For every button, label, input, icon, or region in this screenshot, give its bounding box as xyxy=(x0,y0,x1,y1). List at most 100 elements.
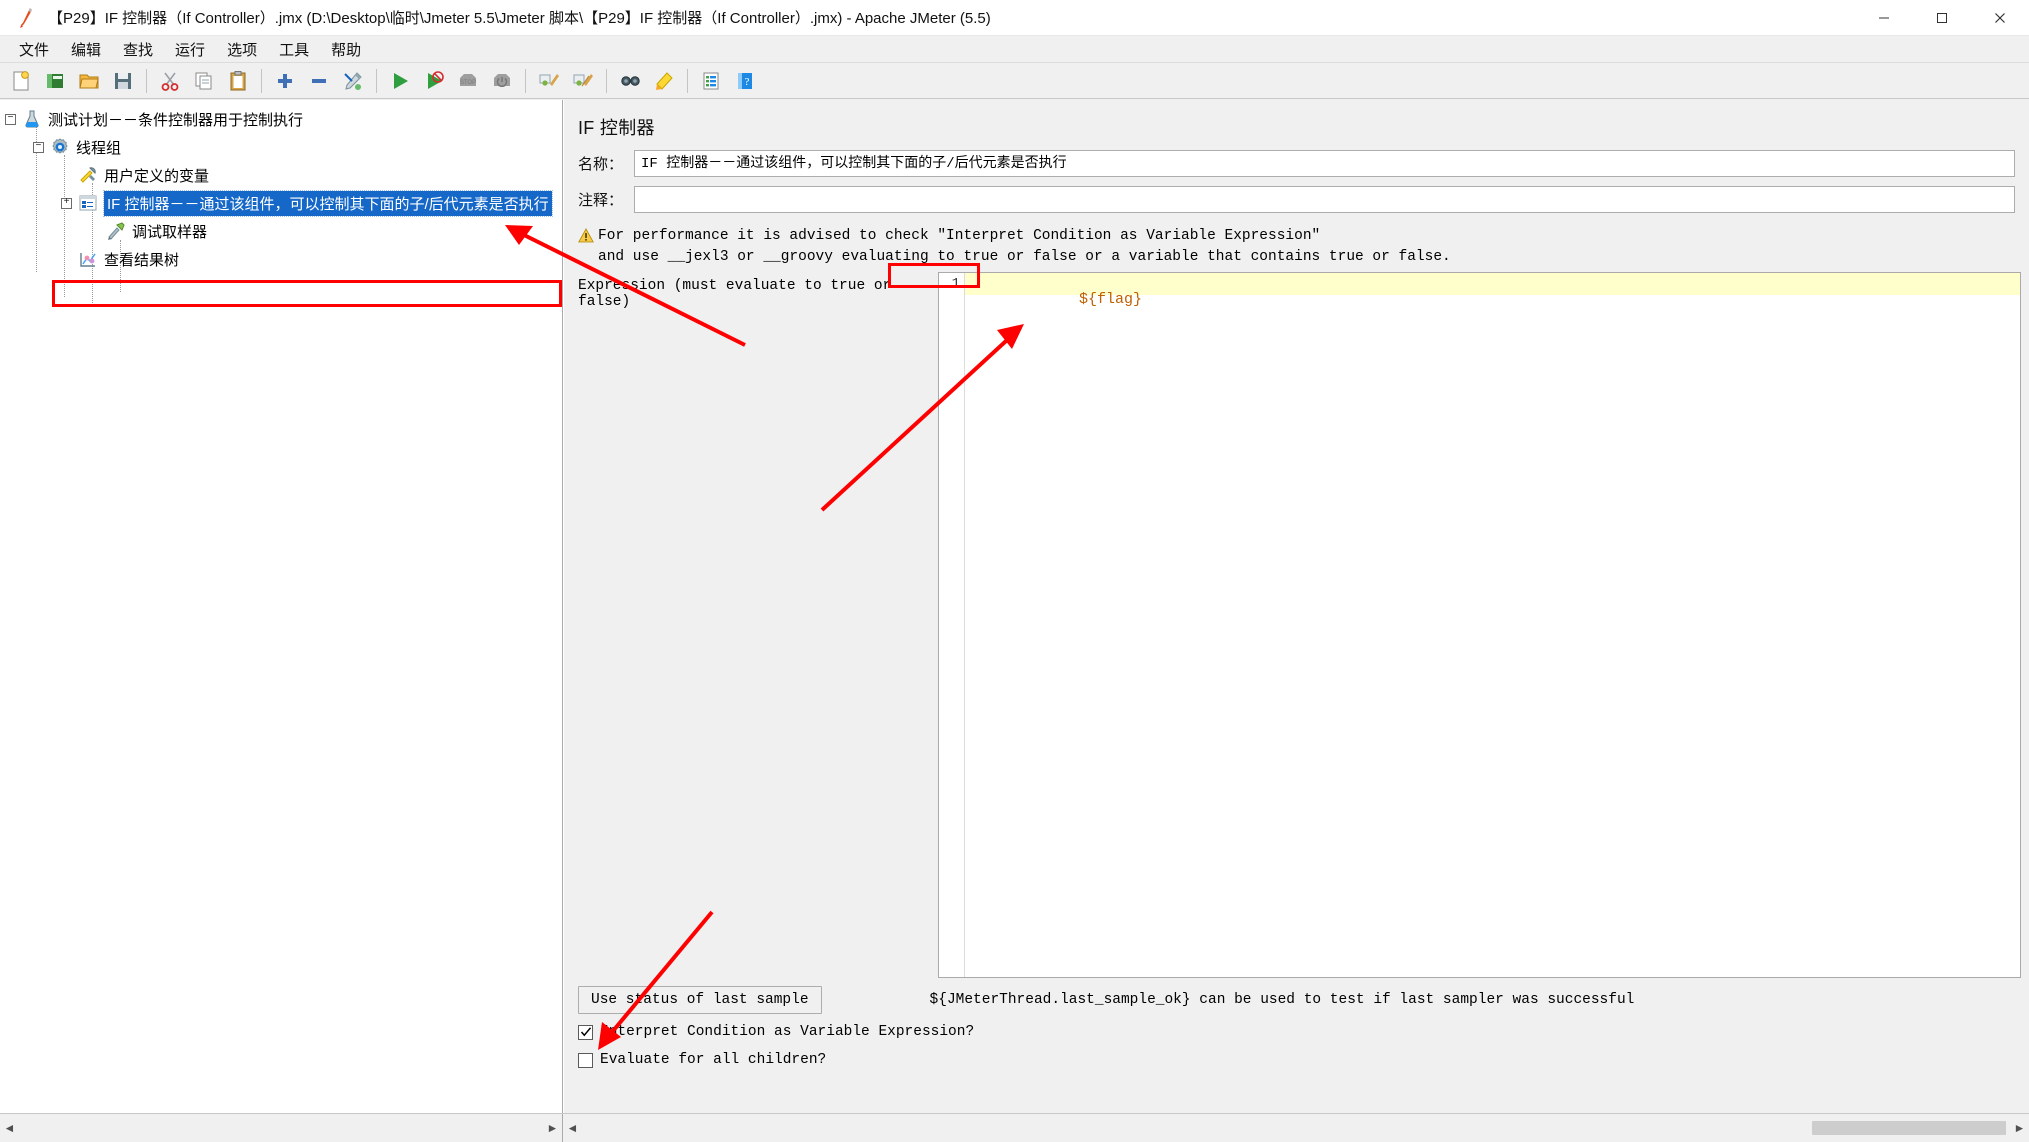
comment-label: 注释： xyxy=(578,192,624,209)
collapse-toggle-icon[interactable]: − xyxy=(5,113,16,125)
evaluate-children-label: Evaluate for all children? xyxy=(600,1052,827,1068)
menu-help[interactable]: 帮助 xyxy=(320,37,372,62)
user-defined-variables-icon xyxy=(77,164,99,186)
comment-input[interactable] xyxy=(634,186,2015,213)
tree-node-label: IF 控制器－－通过该组件，可以控制其下面的子/后代元素是否执行 xyxy=(103,189,553,217)
tree-node-highlight xyxy=(52,280,562,307)
menu-run[interactable]: 运行 xyxy=(164,37,216,62)
expression-value: ${flag} xyxy=(1079,291,1143,308)
new-icon[interactable] xyxy=(5,66,37,96)
expression-label: Expression (must evaluate to true or fal… xyxy=(578,278,892,310)
menu-edit[interactable]: 编辑 xyxy=(60,37,112,62)
search-reset-icon[interactable] xyxy=(648,66,680,96)
toggle-icon[interactable] xyxy=(337,66,369,96)
expression-editor[interactable]: 1 ${flag} xyxy=(938,272,2021,978)
use-status-of-last-sample-button[interactable]: Use status of last sample xyxy=(578,986,822,1014)
menu-bar: 文件 编辑 查找 运行 选项 工具 帮助 xyxy=(0,36,2029,63)
svg-text:?: ? xyxy=(745,76,750,88)
tree-node-debug-sampler[interactable]: 调试取样器 xyxy=(0,217,562,245)
warning-line-1: For performance it is advised to check "… xyxy=(598,228,1321,244)
scroll-right-arrow-icon[interactable]: ► xyxy=(2010,1117,2029,1139)
scroll-left-arrow-icon[interactable]: ◄ xyxy=(0,1117,19,1139)
scroll-right-arrow-icon[interactable]: ► xyxy=(543,1117,562,1139)
shutdown-icon[interactable] xyxy=(486,66,518,96)
main-area: − 测试计划－－条件控制器用于控制执行 − 线程组 用户定义的变量 + IF 控… xyxy=(0,100,2029,1113)
function-helper-icon[interactable] xyxy=(695,66,727,96)
interpret-condition-row: Interpret Condition as Variable Expressi… xyxy=(564,1014,2029,1040)
page-title: IF 控制器 xyxy=(578,118,655,138)
view-results-tree-icon xyxy=(77,248,99,270)
tree-node-label: 测试计划－－条件控制器用于控制执行 xyxy=(48,111,304,129)
warning-line-2: and use __jexl3 or __groovy evaluating t… xyxy=(598,249,1451,265)
status-bar: ◄ ► ◄ ► xyxy=(0,1113,2029,1142)
name-label: 名称： xyxy=(578,156,624,173)
save-icon[interactable] xyxy=(107,66,139,96)
tree-horizontal-scrollbar[interactable]: ◄ ► xyxy=(0,1114,563,1142)
close-button[interactable] xyxy=(1971,0,2029,36)
menu-options[interactable]: 选项 xyxy=(216,37,268,62)
thread-group-icon xyxy=(49,136,71,158)
tree-node-thread-group[interactable]: − 线程组 xyxy=(0,133,562,161)
scroll-thumb[interactable] xyxy=(1812,1121,2006,1135)
toolbar-separator xyxy=(687,68,688,93)
help-icon[interactable]: ? xyxy=(729,66,761,96)
interpret-condition-label: Interpret Condition as Variable Expressi… xyxy=(600,1024,975,1040)
expand-all-icon[interactable] xyxy=(269,66,301,96)
toolbar-separator xyxy=(525,68,526,93)
name-input[interactable]: IF 控制器－－通过该组件，可以控制其下面的子/后代元素是否执行 xyxy=(634,150,2015,177)
tree-node-test-plan[interactable]: − 测试计划－－条件控制器用于控制执行 xyxy=(0,105,562,133)
toolbar-separator xyxy=(376,68,377,93)
open-icon[interactable] xyxy=(73,66,105,96)
tree-node-if-controller[interactable]: + IF 控制器－－通过该组件，可以控制其下面的子/后代元素是否执行 xyxy=(0,189,562,217)
editor-code-line[interactable]: ${flag} xyxy=(965,273,2020,308)
window-controls xyxy=(1855,0,2029,36)
interpret-condition-checkbox[interactable] xyxy=(578,1024,593,1040)
clear-all-icon[interactable] xyxy=(567,66,599,96)
scroll-track[interactable] xyxy=(582,1117,2010,1139)
copy-icon[interactable] xyxy=(188,66,220,96)
evaluate-children-row: Evaluate for all children? xyxy=(564,1040,2029,1068)
tree-node-user-defined-variables[interactable]: 用户定义的变量 xyxy=(0,161,562,189)
paste-icon[interactable] xyxy=(222,66,254,96)
last-sample-hint: ${JMeterThread.last_sample_ok} can be us… xyxy=(929,992,1635,1008)
menu-search[interactable]: 查找 xyxy=(112,37,164,62)
check-icon xyxy=(580,1027,591,1037)
scroll-track[interactable] xyxy=(19,1117,543,1139)
scroll-left-arrow-icon[interactable]: ◄ xyxy=(563,1117,582,1139)
window-title: 【P29】IF 控制器（If Controller）.jmx (D:\Deskt… xyxy=(48,10,991,27)
tree-node-label: 用户定义的变量 xyxy=(104,167,210,185)
maximize-button[interactable] xyxy=(1913,0,1971,36)
name-field-row: 名称： IF 控制器－－通过该组件，可以控制其下面的子/后代元素是否执行 xyxy=(564,150,2029,177)
collapse-all-icon[interactable] xyxy=(303,66,335,96)
debug-sampler-icon xyxy=(105,220,127,242)
toolbar-separator xyxy=(146,68,147,93)
menu-tools[interactable]: 工具 xyxy=(268,37,320,62)
cut-icon[interactable] xyxy=(154,66,186,96)
tree-node-view-results-tree[interactable]: 查看结果树 xyxy=(0,245,562,273)
templates-icon[interactable] xyxy=(39,66,71,96)
start-no-pauses-icon[interactable] xyxy=(418,66,450,96)
tree-node-label: 查看结果树 xyxy=(104,251,180,269)
clear-icon[interactable] xyxy=(533,66,565,96)
search-icon[interactable] xyxy=(614,66,646,96)
start-icon[interactable] xyxy=(384,66,416,96)
test-plan-icon xyxy=(21,108,43,130)
tree-node-label: 调试取样器 xyxy=(132,223,208,241)
expand-toggle-icon[interactable]: + xyxy=(61,197,72,209)
toolbar-separator xyxy=(606,68,607,93)
title-bar: 【P29】IF 控制器（If Controller）.jmx (D:\Deskt… xyxy=(0,0,2029,36)
toolbar: STOP ? xyxy=(0,63,2029,99)
svg-text:STOP: STOP xyxy=(460,80,476,86)
panel-horizontal-scrollbar[interactable]: ◄ ► xyxy=(563,1114,2029,1142)
jmeter-feather-icon xyxy=(12,0,42,36)
editor-code-area[interactable]: ${flag} xyxy=(965,273,2020,977)
menu-file[interactable]: 文件 xyxy=(8,37,60,62)
test-plan-tree-panel: − 测试计划－－条件控制器用于控制执行 − 线程组 用户定义的变量 + IF 控… xyxy=(0,100,563,1113)
use-status-row: Use status of last sample ${JMeterThread… xyxy=(564,978,2029,1014)
warning-triangle-icon xyxy=(578,226,598,248)
collapse-toggle-icon[interactable]: − xyxy=(33,141,44,153)
evaluate-children-checkbox[interactable] xyxy=(578,1052,593,1068)
test-plan-tree: − 测试计划－－条件控制器用于控制执行 − 线程组 用户定义的变量 + IF 控… xyxy=(0,100,562,303)
minimize-button[interactable] xyxy=(1855,0,1913,36)
stop-icon[interactable]: STOP xyxy=(452,66,484,96)
